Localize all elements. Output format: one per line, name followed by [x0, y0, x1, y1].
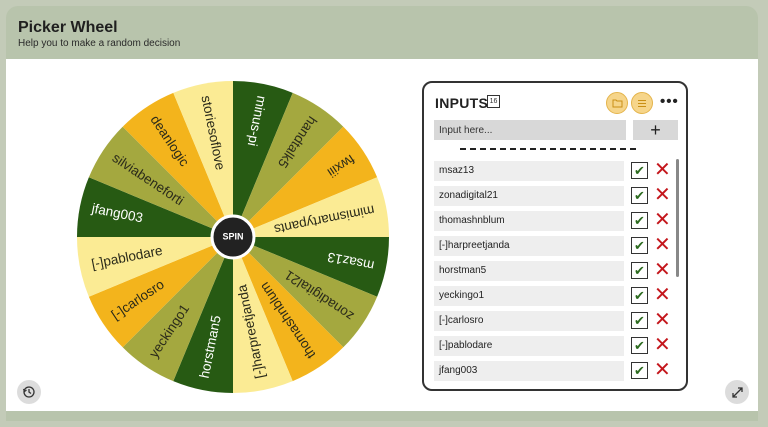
- list-item: [-]pablodare ✔ ✕: [434, 334, 671, 359]
- entry-name[interactable]: [-]pablodare: [434, 336, 624, 356]
- entry-name[interactable]: [-]carlosro: [434, 311, 624, 331]
- remove-icon[interactable]: ✕: [654, 284, 671, 306]
- more-options-icon[interactable]: •••: [660, 93, 679, 110]
- entry-list: msaz13 ✔ ✕ zonadigital21 ✔ ✕ thomashnblum ✔ ✕ [-…: [434, 159, 671, 384]
- checkbox-icon[interactable]: ✔: [631, 212, 648, 229]
- remove-icon[interactable]: ✕: [654, 159, 671, 181]
- entry-name[interactable]: horstman5: [434, 261, 624, 281]
- list-item: thomashnblum ✔ ✕: [434, 209, 671, 234]
- remove-icon[interactable]: ✕: [654, 359, 671, 381]
- page-subtitle: Help you to make a random decision: [18, 38, 181, 49]
- page-title: Picker Wheel: [18, 19, 118, 36]
- checkbox-icon[interactable]: ✔: [631, 262, 648, 279]
- list-item: jfang003 ✔ ✕: [434, 359, 671, 384]
- remove-icon[interactable]: ✕: [654, 209, 671, 231]
- entry-name[interactable]: msaz13: [434, 161, 624, 181]
- remove-icon[interactable]: ✕: [654, 259, 671, 281]
- list-item: [-]harpreetjanda ✔ ✕: [434, 234, 671, 259]
- remove-icon[interactable]: ✕: [654, 234, 671, 256]
- list-item: msaz13 ✔ ✕: [434, 159, 671, 184]
- bottom-strip: [6, 411, 758, 421]
- entry-name[interactable]: yeckingo1: [434, 286, 624, 306]
- entry-name[interactable]: jfang003: [434, 361, 624, 381]
- checkbox-icon[interactable]: ✔: [631, 162, 648, 179]
- list-icon[interactable]: [631, 92, 653, 114]
- list-item: horstman5 ✔ ✕: [434, 259, 671, 284]
- checkbox-icon[interactable]: ✔: [631, 187, 648, 204]
- checkbox-icon[interactable]: ✔: [631, 287, 648, 304]
- checkbox-icon[interactable]: ✔: [631, 312, 648, 329]
- spin-label[interactable]: SPIN: [222, 231, 243, 241]
- checkbox-icon[interactable]: ✔: [631, 237, 648, 254]
- remove-icon[interactable]: ✕: [654, 184, 671, 206]
- history-icon[interactable]: [17, 380, 41, 404]
- entry-name[interactable]: zonadigital21: [434, 186, 624, 206]
- picker-wheel[interactable]: minus-pi handtalk5 fwxiiimimismartypantsms…: [76, 80, 390, 394]
- scrollbar[interactable]: [676, 159, 679, 277]
- inputs-title: INPUTS: [435, 95, 489, 111]
- folder-icon[interactable]: [606, 92, 628, 114]
- checkbox-icon[interactable]: ✔: [631, 337, 648, 354]
- divider: [460, 148, 636, 150]
- list-item: zonadigital21 ✔ ✕: [434, 184, 671, 209]
- remove-icon[interactable]: ✕: [654, 309, 671, 331]
- inputs-panel: INPUTS 16 ••• + msaz13✔✕zonadigital21✔✕t…: [422, 81, 688, 391]
- add-button[interactable]: +: [633, 120, 678, 140]
- remove-icon[interactable]: ✕: [654, 334, 671, 356]
- fullscreen-icon[interactable]: [725, 380, 749, 404]
- checkbox-icon[interactable]: ✔: [631, 362, 648, 379]
- entry-name[interactable]: thomashnblum: [434, 211, 624, 231]
- list-item: yeckingo1 ✔ ✕: [434, 284, 671, 309]
- entry-name[interactable]: [-]harpreetjanda: [434, 236, 624, 256]
- list-item: [-]carlosro ✔ ✕: [434, 309, 671, 334]
- inputs-count-badge: 16: [487, 95, 500, 108]
- input-field[interactable]: [434, 120, 626, 140]
